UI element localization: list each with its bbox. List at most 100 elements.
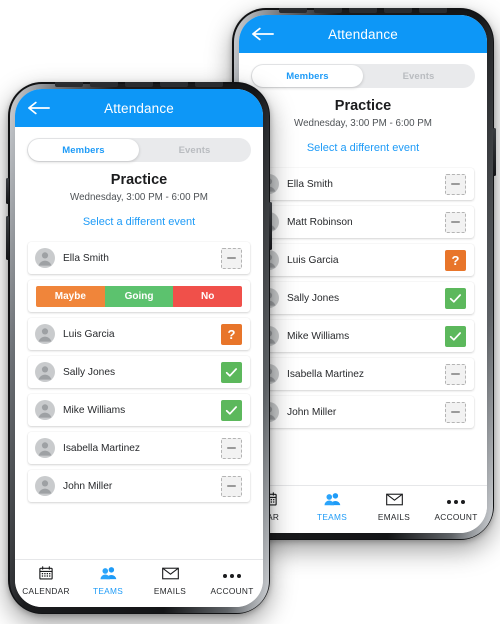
dash-placeholder-icon xyxy=(227,256,236,260)
table-row[interactable]: Luis Garcia? xyxy=(252,244,474,276)
ellipsis-icon xyxy=(447,499,465,504)
tab-label: Members xyxy=(62,144,105,156)
nav-item-label: TEAMS xyxy=(316,512,348,522)
status-badge-unset[interactable] xyxy=(445,401,466,423)
member-name: Matt Robinson xyxy=(287,216,353,228)
table-row[interactable]: Mike Williams xyxy=(28,394,250,426)
rsvp-option-maybe[interactable]: Maybe xyxy=(36,285,105,307)
status-badge-unset[interactable] xyxy=(221,247,242,269)
dash-placeholder-icon xyxy=(451,372,460,376)
dash-placeholder-icon xyxy=(451,182,460,186)
calendar-icon xyxy=(39,566,53,585)
status-badge-unset[interactable] xyxy=(221,437,242,459)
question-mark-icon: ? xyxy=(451,252,460,268)
avatar xyxy=(35,248,55,268)
avatar xyxy=(35,324,55,344)
phone-screen: Attendance Members Events Practice Wednesday… xyxy=(15,89,263,607)
avatar xyxy=(35,362,55,382)
tab-events[interactable]: Events xyxy=(139,139,250,161)
member-name: Isabella Martinez xyxy=(63,442,141,454)
table-row[interactable]: Ella Smith xyxy=(252,168,474,200)
avatar xyxy=(35,476,55,496)
status-badge-unset[interactable] xyxy=(221,475,242,497)
table-row[interactable]: Luis Garcia? xyxy=(28,318,250,350)
member-name: Ella Smith xyxy=(63,252,109,264)
tab-bar: Members Events xyxy=(27,138,251,162)
tab-bar-wrap: Members Events xyxy=(239,53,487,88)
avatar xyxy=(35,438,55,458)
table-row[interactable]: Ella Smith xyxy=(28,242,250,274)
tab-label: Events xyxy=(402,70,435,82)
status-badge-unset[interactable] xyxy=(445,211,466,233)
rsvp-option-label: Maybe xyxy=(54,290,86,302)
back-arrow-icon[interactable] xyxy=(252,27,274,41)
check-icon xyxy=(448,329,463,344)
tab-bar: Members Events xyxy=(251,64,475,88)
tab-events[interactable]: Events xyxy=(363,65,474,87)
app-header: Attendance xyxy=(239,15,487,53)
tab-label: Members xyxy=(286,70,329,82)
check-icon xyxy=(448,291,463,306)
table-row[interactable]: Isabella Martinez xyxy=(28,432,250,464)
member-name: Sally Jones xyxy=(287,292,340,304)
member-list: Ella Smith Maybe Going No Luis Garcia? Sally … xyxy=(15,236,263,559)
nav-item-teams[interactable]: TEAMS xyxy=(77,566,139,596)
nav-item-label: TEAMS xyxy=(92,586,124,596)
nav-item-account[interactable]: ACCOUNT xyxy=(425,494,487,522)
event-summary: Practice Wednesday, 3:00 PM - 6:00 PM Sele… xyxy=(239,88,487,162)
select-different-event-link[interactable]: Select a different event xyxy=(307,142,419,154)
status-badge-maybe[interactable]: ? xyxy=(445,249,466,271)
table-row[interactable]: Sally Jones xyxy=(252,282,474,314)
member-name: Mike Williams xyxy=(287,330,350,342)
people-icon xyxy=(324,492,341,511)
tab-label: Events xyxy=(178,144,211,156)
question-mark-icon: ? xyxy=(227,326,236,342)
member-name: Sally Jones xyxy=(63,366,116,378)
status-badge-going[interactable] xyxy=(445,325,466,347)
table-row[interactable]: Sally Jones xyxy=(28,356,250,388)
envelope-icon xyxy=(161,567,179,585)
table-row[interactable]: Isabella Martinez xyxy=(252,358,474,390)
table-row[interactable]: John Miller xyxy=(252,396,474,428)
nav-item-calendar[interactable]: CALENDAR xyxy=(15,566,77,596)
nav-item-teams[interactable]: TEAMS xyxy=(301,492,363,522)
people-icon xyxy=(100,566,117,585)
event-time: Wednesday, 3:00 PM - 6:00 PM xyxy=(70,192,208,203)
member-name: John Miller xyxy=(63,480,113,492)
ellipsis-icon xyxy=(223,573,241,578)
nav-item-emails[interactable]: EMAILS xyxy=(363,493,425,522)
envelope-icon xyxy=(385,493,403,511)
dash-placeholder-icon xyxy=(227,446,236,450)
rsvp-option-going[interactable]: Going xyxy=(104,285,174,307)
check-icon xyxy=(224,365,239,380)
rsvp-segmented-control: Maybe Going No xyxy=(36,285,242,307)
app-header: Attendance xyxy=(15,89,263,127)
status-badge-unset[interactable] xyxy=(445,173,466,195)
status-badge-going[interactable] xyxy=(445,287,466,309)
dash-placeholder-icon xyxy=(451,220,460,224)
page-title: Attendance xyxy=(104,100,174,116)
table-row[interactable]: Mike Williams xyxy=(252,320,474,352)
event-name: Practice xyxy=(334,98,392,114)
rsvp-option-no[interactable]: No xyxy=(173,285,242,307)
back-arrow-icon[interactable] xyxy=(28,101,50,115)
nav-item-account[interactable]: ACCOUNT xyxy=(201,568,263,596)
rsvp-option-label: Going xyxy=(124,290,154,302)
table-row[interactable]: John Miller xyxy=(28,470,250,502)
member-list: Ella Smith Matt Robinson Luis Garcia? Sally… xyxy=(239,162,487,485)
bottom-navigation: DARTEAMSEMAILSACCOUNT xyxy=(239,485,487,533)
nav-item-label: CALENDAR xyxy=(22,586,70,596)
rsvp-option-label: No xyxy=(201,290,215,302)
nav-item-emails[interactable]: EMAILS xyxy=(139,567,201,596)
avatar xyxy=(35,400,55,420)
nav-item-label: ACCOUNT xyxy=(434,512,478,522)
table-row[interactable]: Matt Robinson xyxy=(252,206,474,238)
status-badge-unset[interactable] xyxy=(445,363,466,385)
status-badge-maybe[interactable]: ? xyxy=(221,323,242,345)
status-badge-going[interactable] xyxy=(221,361,242,383)
tab-bar-wrap: Members Events xyxy=(15,127,263,162)
status-badge-going[interactable] xyxy=(221,399,242,421)
tab-members[interactable]: Members xyxy=(28,139,139,161)
tab-members[interactable]: Members xyxy=(252,65,363,87)
select-different-event-link[interactable]: Select a different event xyxy=(83,216,195,228)
